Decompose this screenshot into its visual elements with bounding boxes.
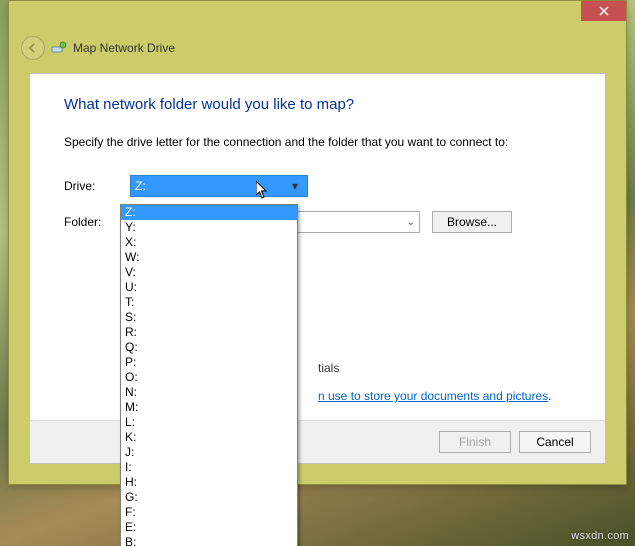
- back-button[interactable]: [21, 36, 45, 60]
- window-title: Map Network Drive: [73, 41, 175, 55]
- close-button[interactable]: [581, 1, 626, 21]
- drive-label: Drive:: [64, 179, 130, 193]
- drive-option[interactable]: G:: [121, 490, 297, 505]
- drive-option[interactable]: K:: [121, 430, 297, 445]
- cancel-button[interactable]: Cancel: [519, 431, 591, 453]
- drive-option[interactable]: L:: [121, 415, 297, 430]
- drive-option[interactable]: W:: [121, 250, 297, 265]
- drive-dropdown-list[interactable]: Z:Y:X:W:V:U:T:S:R:Q:P:O:N:M:L:K:J:I:H:G:…: [120, 204, 298, 546]
- drive-option[interactable]: P:: [121, 355, 297, 370]
- watermark: wsxdn.com: [571, 530, 629, 542]
- drive-option[interactable]: Y:: [121, 220, 297, 235]
- drive-option[interactable]: F:: [121, 505, 297, 520]
- drive-option[interactable]: M:: [121, 400, 297, 415]
- storage-link[interactable]: n use to store your documents and pictur…: [318, 389, 548, 403]
- credentials-text-partial: tials: [318, 361, 339, 375]
- drive-option[interactable]: Z:: [121, 205, 297, 220]
- chevron-down-icon: ⌄: [407, 217, 415, 228]
- titlebar: [9, 1, 626, 32]
- drive-option[interactable]: N:: [121, 385, 297, 400]
- button-bar: Finish Cancel: [29, 420, 606, 464]
- drive-option[interactable]: Q:: [121, 340, 297, 355]
- drive-selected-value: Z:: [135, 179, 287, 193]
- finish-button: Finish: [439, 431, 511, 453]
- back-arrow-icon: [27, 42, 39, 54]
- page-heading: What network folder would you like to ma…: [64, 96, 571, 113]
- drive-option[interactable]: U:: [121, 280, 297, 295]
- drive-option[interactable]: J:: [121, 445, 297, 460]
- drive-row: Drive: Z: ▾: [64, 175, 571, 197]
- drive-option[interactable]: X:: [121, 235, 297, 250]
- browse-button[interactable]: Browse...: [432, 211, 512, 233]
- drive-option[interactable]: O:: [121, 370, 297, 385]
- drive-option[interactable]: I:: [121, 460, 297, 475]
- drive-option[interactable]: H:: [121, 475, 297, 490]
- chevron-down-icon: ▾: [287, 179, 303, 193]
- network-drive-icon: [51, 40, 67, 56]
- header-row: Map Network Drive: [9, 32, 626, 64]
- drive-option[interactable]: E:: [121, 520, 297, 535]
- storage-link-partial: n use to store your documents and pictur…: [318, 389, 551, 403]
- drive-option[interactable]: T:: [121, 295, 297, 310]
- instruction-text: Specify the drive letter for the connect…: [64, 135, 571, 149]
- drive-option[interactable]: B:: [121, 535, 297, 546]
- drive-option[interactable]: S:: [121, 310, 297, 325]
- client-area: What network folder would you like to ma…: [29, 73, 606, 464]
- drive-combobox[interactable]: Z: ▾: [130, 175, 308, 197]
- drive-option[interactable]: R:: [121, 325, 297, 340]
- close-icon: [599, 6, 609, 16]
- drive-option[interactable]: V:: [121, 265, 297, 280]
- wizard-window: Map Network Drive What network folder wo…: [8, 0, 627, 485]
